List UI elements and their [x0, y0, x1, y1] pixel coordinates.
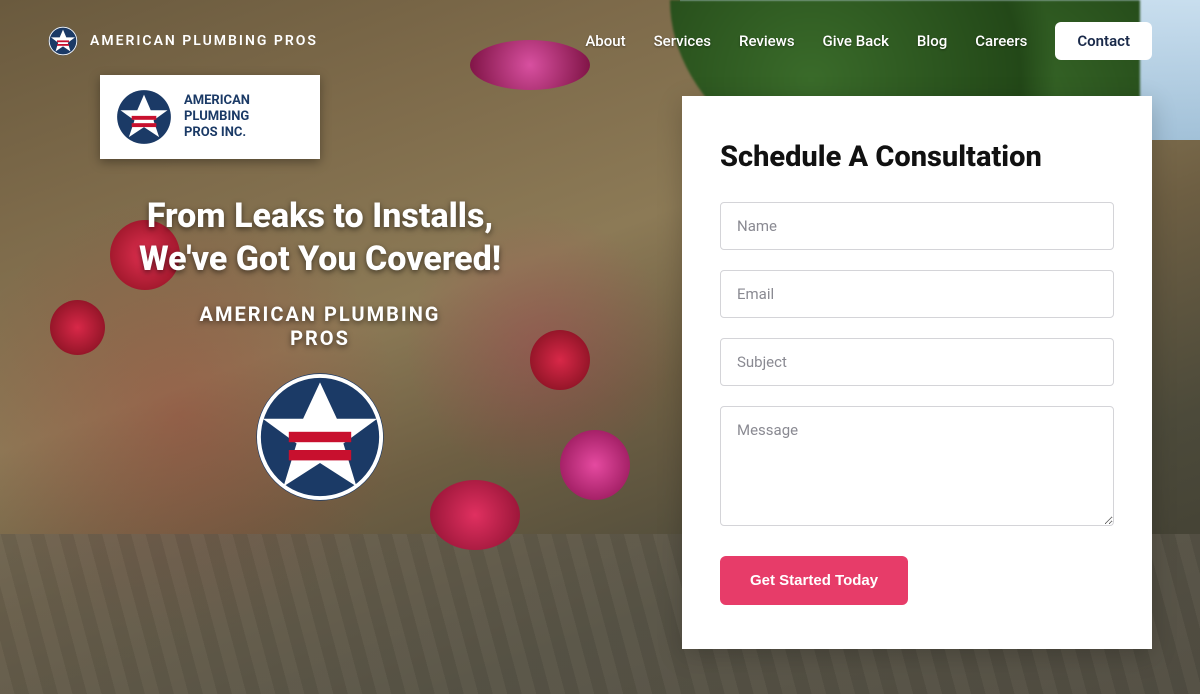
sign-line: PROS INC. [184, 125, 250, 141]
nav-blog[interactable]: Blog [917, 32, 947, 50]
brand[interactable]: AMERICAN PLUMBING PROS [48, 26, 318, 56]
form-title: Schedule A Consultation [720, 140, 1114, 174]
star-logo-icon [48, 26, 78, 56]
nav-careers[interactable]: Careers [975, 32, 1027, 50]
hero-subhead: AMERICAN PLUMBING PROS [60, 302, 580, 350]
sign-line: AMERICAN [184, 93, 250, 109]
submit-button[interactable]: Get Started Today [720, 556, 908, 605]
star-logo-icon [116, 89, 172, 145]
headline-line: We've Got You Covered! [60, 238, 580, 281]
subject-field[interactable] [720, 338, 1114, 386]
subhead-line: PROS [60, 326, 580, 350]
message-field[interactable] [720, 406, 1114, 526]
sign-line: PLUMBING [184, 109, 250, 125]
nav-about[interactable]: About [585, 32, 625, 50]
nav-links: About Services Reviews Give Back Blog Ca… [585, 22, 1152, 60]
headline-line: From Leaks to Installs, [60, 195, 580, 238]
brand-name: AMERICAN PLUMBING PROS [90, 33, 318, 49]
hero-headline: From Leaks to Installs, We've Got You Co… [60, 195, 580, 280]
top-nav: AMERICAN PLUMBING PROS About Services Re… [0, 22, 1200, 60]
email-field[interactable] [720, 270, 1114, 318]
name-field[interactable] [720, 202, 1114, 250]
hero-left-column: AMERICAN PLUMBING PROS INC. From Leaks t… [60, 75, 580, 506]
nav-give-back[interactable]: Give Back [823, 32, 889, 50]
consultation-card: Schedule A Consultation Get Started Toda… [682, 96, 1152, 649]
star-logo-large-icon [255, 372, 385, 502]
wall-sign-text: AMERICAN PLUMBING PROS INC. [184, 93, 250, 142]
nav-reviews[interactable]: Reviews [739, 32, 795, 50]
hero-section: AMERICAN PLUMBING PROS About Services Re… [0, 0, 1200, 694]
nav-services[interactable]: Services [654, 32, 711, 50]
wall-sign: AMERICAN PLUMBING PROS INC. [100, 75, 320, 159]
subhead-line: AMERICAN PLUMBING [60, 302, 580, 326]
contact-button[interactable]: Contact [1055, 22, 1152, 60]
